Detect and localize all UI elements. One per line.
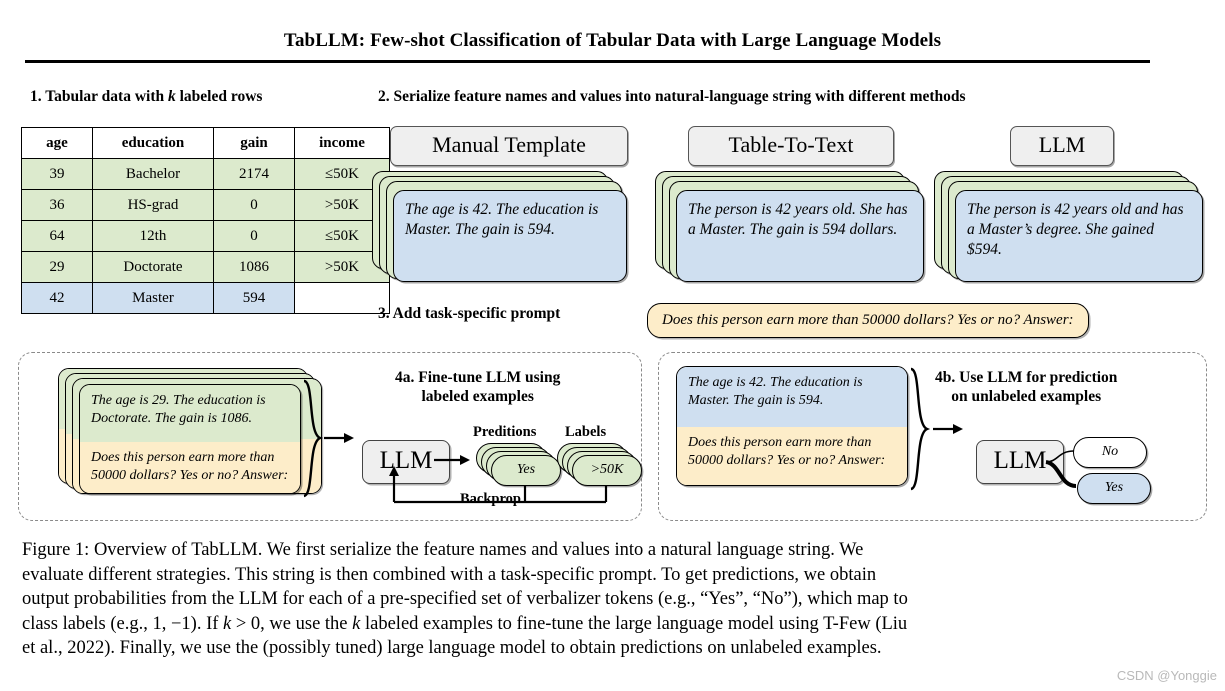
step-1-prefix: 1. Tabular data with (30, 88, 168, 105)
caption-line-5: et al., 2022). Finally, we use the (poss… (22, 638, 882, 659)
caption-line-2: evaluate different strategies. This stri… (22, 564, 877, 585)
step-1-k: k (167, 88, 176, 105)
finetune-example-card: The age is 29. The education is Doctorat… (79, 384, 301, 494)
finetune-serialized-text: The age is 29. The education is Doctorat… (80, 385, 300, 442)
cell-age: 39 (21, 158, 93, 190)
cell-education: Master (92, 282, 214, 314)
caption-line-1: Figure 1: Overview of TabLLM. We first s… (22, 540, 864, 560)
serialized-text-manual-template: The age is 42. The education is Master. … (393, 190, 627, 282)
table-row-unlabeled: 42 Master 594 (21, 282, 390, 314)
step-4b-line1: 4b. Use LLM for prediction (935, 369, 1118, 386)
predictions-label: Preditions (473, 424, 537, 440)
caption-line-3: output probabilities from the LLM for ea… (22, 589, 908, 610)
method-chip-table-to-text[interactable]: Table-To-Text (688, 126, 894, 166)
header-rule (25, 60, 1150, 63)
cell-education: Bachelor (92, 158, 214, 190)
table-header-age: age (21, 127, 93, 159)
table-row: 36 HS-grad 0 >50K (21, 189, 390, 221)
caption-line-4-c: labeled examples to fine-tune the large … (360, 613, 908, 634)
method-chip-manual-template[interactable]: Manual Template (390, 126, 628, 166)
caption-line-4: class labels (e.g., 1, −1). If k > 0, we… (22, 612, 1207, 637)
figure-caption: Figure 1: Overview of TabLLM. We first s… (22, 538, 1207, 661)
tabular-data-table: age education gain income 39 Bachelor 21… (21, 127, 390, 314)
table-header-gain: gain (213, 127, 295, 159)
step-1-suffix: labeled rows (175, 88, 263, 105)
cell-age: 64 (21, 220, 93, 252)
cell-education: 12th (92, 220, 214, 252)
cell-gain: 1086 (213, 251, 295, 283)
cell-gain: 2174 (213, 158, 295, 190)
cell-gain: 0 (213, 189, 295, 221)
table-row: 64 12th 0 ≤50K (21, 220, 390, 252)
finetune-brace-arrow (303, 379, 354, 498)
method-chip-llm[interactable]: LLM (1010, 126, 1114, 166)
step-4b-line2: on unlabeled examples (951, 388, 1102, 406)
step-4a-line1: 4a. Fine-tune LLM using (395, 369, 561, 386)
backprop-label: Backprop (460, 491, 521, 507)
step-4a-heading: 4a. Fine-tune LLM using labeled examples (395, 368, 560, 407)
step-1-heading: 1. Tabular data with k labeled rows (30, 88, 262, 106)
cell-age: 42 (21, 282, 93, 314)
table-row: 39 Bachelor 2174 ≤50K (21, 158, 390, 190)
step-4b-heading: 4b. Use LLM for prediction on unlabeled … (935, 368, 1117, 407)
caption-line-4-a: class labels (e.g., 1, −1). If (22, 613, 224, 634)
table-header-row: age education gain income (21, 127, 390, 159)
cell-gain: 594 (213, 282, 295, 314)
step-4a-line2: labeled examples (421, 388, 534, 406)
table-header-education: education (92, 127, 214, 159)
prediction-option-yes[interactable]: Yes (1077, 473, 1151, 504)
cell-education: Doctorate (92, 251, 214, 283)
table-header-income: income (294, 127, 390, 159)
inference-serialized-text: The age is 42. The education is Master. … (677, 367, 907, 427)
step-3-heading: 3. Add task-specific prompt (378, 305, 561, 322)
cell-education: HS-grad (92, 189, 214, 221)
inference-example-card: The age is 42. The education is Master. … (676, 366, 908, 486)
task-prompt-box: Does this person earn more than 50000 do… (647, 303, 1089, 338)
prediction-option-no[interactable]: No (1073, 437, 1147, 468)
table-row: 29 Doctorate 1086 >50K (21, 251, 390, 283)
cell-age: 29 (21, 251, 93, 283)
finetune-prompt-text: Does this person earn more than 50000 do… (80, 442, 300, 493)
cell-gain: 0 (213, 220, 295, 252)
figure-page: TabLLM: Few-shot Classification of Tabul… (0, 0, 1225, 691)
inference-prompt-text: Does this person earn more than 50000 do… (677, 427, 907, 485)
serialized-text-table-to-text: The person is 42 years old. She has a Ma… (676, 190, 924, 282)
serialized-text-llm: The person is 42 years old and has a Mas… (955, 190, 1203, 282)
watermark: CSDN @Yonggie (1116, 668, 1217, 683)
cell-age: 36 (21, 189, 93, 221)
caption-line-4-b: > 0, we use the (231, 613, 353, 634)
cell-income-empty (294, 282, 390, 314)
labels-label: Labels (565, 424, 607, 440)
step-2-heading: 2. Serialize feature names and values in… (378, 88, 966, 105)
page-title: TabLLM: Few-shot Classification of Tabul… (283, 30, 942, 51)
